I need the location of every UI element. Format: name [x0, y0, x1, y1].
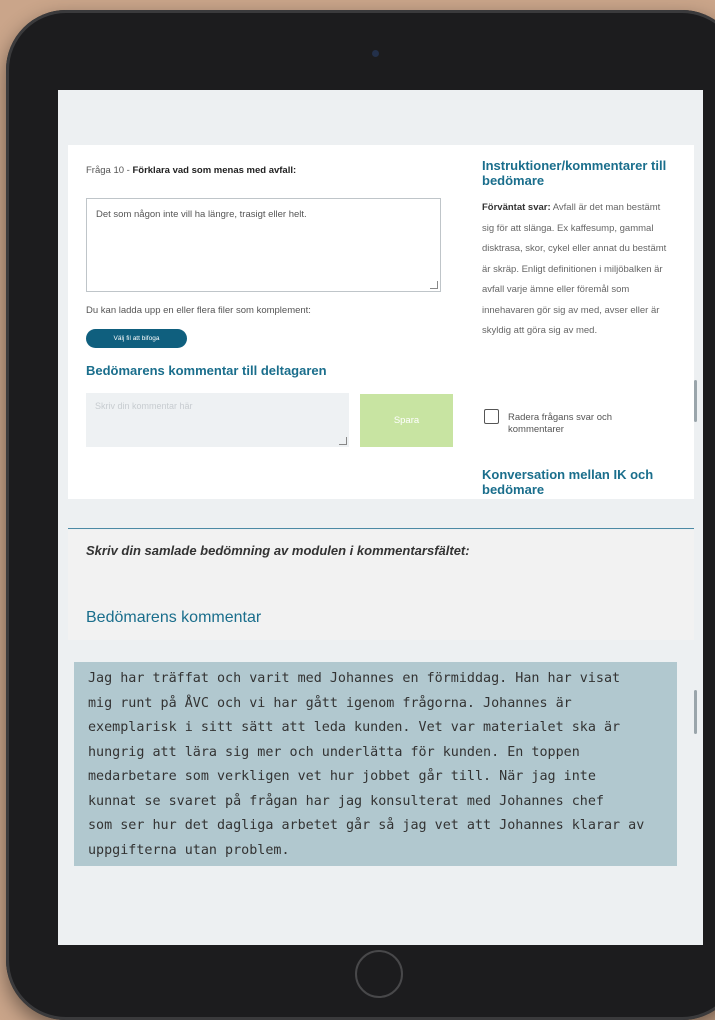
assessor-comment-input[interactable]: Skriv din kommentar här — [86, 393, 349, 447]
section-divider — [68, 528, 694, 529]
resize-handle-icon[interactable] — [430, 281, 438, 289]
save-button[interactable]: Spara — [360, 394, 453, 447]
summary-prompt: Skriv din samlade bedömning av modulen i… — [86, 543, 470, 558]
final-comment-text[interactable]: Jag har träffat och varit med Johannes e… — [74, 662, 677, 866]
comment-placeholder: Skriv din kommentar här — [95, 401, 193, 411]
question-title: Förklara vad som menas med avfall: — [132, 165, 297, 176]
screen: Fråga 10 - Förklara vad som menas med av… — [58, 90, 703, 945]
camera-icon — [372, 50, 379, 57]
scrollbar-thumb[interactable] — [694, 690, 697, 734]
question-label: Fråga 10 - Förklara vad som menas med av… — [86, 165, 296, 176]
instructions-heading: Instruktioner/kommentarer till bedömare — [482, 158, 667, 188]
home-button[interactable] — [355, 950, 403, 998]
expected-answer: Förväntat svar: Avfall är det man bestäm… — [482, 198, 672, 342]
resize-handle-icon[interactable] — [339, 437, 347, 445]
answer-textarea[interactable]: Det som någon inte vill ha längre, trasi… — [86, 198, 441, 292]
scrollbar-thumb[interactable] — [694, 380, 697, 422]
expected-answer-text: Avfall är det man bestämt sig för att sl… — [482, 202, 667, 336]
choose-file-button[interactable]: Välj fil att bifoga — [86, 329, 187, 348]
expected-answer-label: Förväntat svar: — [482, 202, 551, 213]
question-card: Fråga 10 - Förklara vad som menas med av… — [68, 145, 694, 499]
question-prefix: Fråga 10 - — [86, 165, 133, 176]
answer-text: Det som någon inte vill ha längre, trasi… — [96, 209, 307, 220]
tablet-device: Fråga 10 - Förklara vad som menas med av… — [6, 10, 715, 1020]
final-comment-heading: Bedömarens kommentar — [86, 609, 262, 626]
delete-answer-label[interactable]: Radera frågans svar och kommentarer — [508, 412, 653, 436]
delete-answer-checkbox[interactable] — [484, 409, 499, 424]
conversation-heading[interactable]: Konversation mellan IK och bedömare — [482, 467, 697, 497]
summary-section: Skriv din samlade bedömning av modulen i… — [68, 530, 694, 640]
assessor-comment-heading: Bedömarens kommentar till deltagaren — [86, 363, 327, 378]
upload-label: Du kan ladda upp en eller flera filer so… — [86, 305, 311, 316]
